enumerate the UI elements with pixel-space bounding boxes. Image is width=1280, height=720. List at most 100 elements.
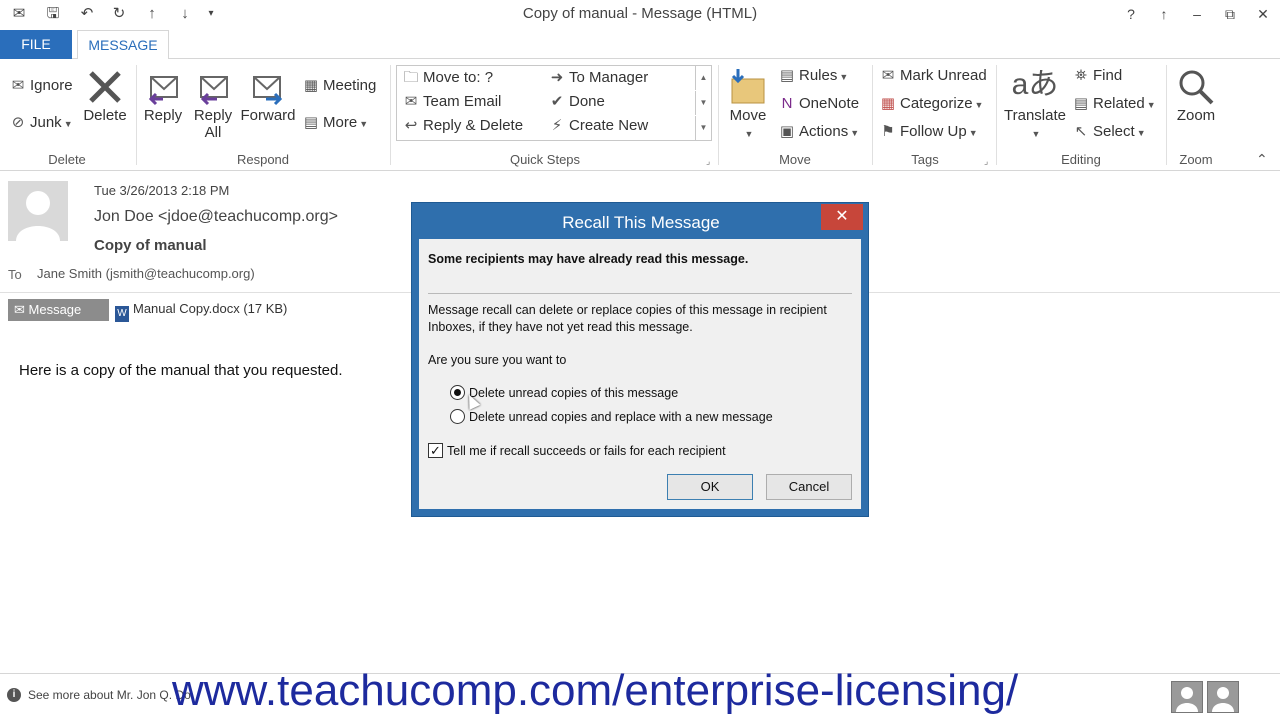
related-icon: ▤: [1073, 95, 1089, 112]
reply-icon: [148, 76, 178, 106]
minimize-button[interactable]: –: [1183, 3, 1211, 25]
onenote-icon: N: [781, 95, 793, 112]
recall-warning: Some recipients may have already read th…: [428, 252, 749, 266]
gallery-up-arrow[interactable]: ▲: [695, 66, 711, 90]
quickstep-move-to[interactable]: 🗀 Move to: ?: [401, 67, 493, 89]
quickstep-to-manager[interactable]: ➜ To Manager: [547, 67, 649, 89]
cancel-button[interactable]: Cancel: [766, 474, 852, 500]
team-email-icon: ✉: [404, 93, 418, 110]
to-label: To: [8, 267, 22, 282]
mark-unread-button[interactable]: ✉ Mark Unread: [878, 65, 987, 87]
translate-button[interactable]: aあ Translate ▼: [1002, 63, 1068, 141]
forward-button[interactable]: Forward: [239, 67, 297, 124]
message-date: Tue 3/26/2013 2:18 PM: [94, 183, 230, 198]
message-from[interactable]: Jon Doe <jdoe@teachucomp.org>: [94, 208, 338, 226]
onenote-button[interactable]: N OneNote: [777, 93, 859, 115]
translate-icon: aあ: [1011, 68, 1059, 101]
categorize-icon: ▦: [880, 95, 896, 112]
to-recipient[interactable]: Jane Smith (jsmith@teachucomp.org): [37, 266, 255, 281]
related-button[interactable]: ▤ Related ▼: [1071, 93, 1156, 115]
person-icon: [1212, 687, 1234, 712]
quickstep-reply-delete[interactable]: ↩ Reply & Delete: [401, 115, 523, 137]
tags-group-label: Tags: [911, 152, 939, 167]
categorize-button[interactable]: ▦ Categorize ▼: [878, 93, 984, 115]
separator: [1166, 65, 1167, 165]
radio-delete-replace[interactable]: [450, 409, 465, 424]
more-respond-button[interactable]: ▤ More ▼: [301, 112, 368, 134]
find-button[interactable]: ⛯ Find: [1071, 65, 1122, 87]
ignore-button[interactable]: ✉ Ignore: [8, 75, 73, 97]
tab-file[interactable]: FILE: [0, 30, 72, 59]
option-delete-unread-label[interactable]: Delete unread copies of this message: [469, 386, 678, 400]
delete-group-label: Delete: [48, 152, 86, 167]
forward-icon: [253, 76, 283, 106]
rules-button[interactable]: ▤ Rules ▼: [777, 65, 848, 87]
people-pane-contact-icon-2[interactable]: [1207, 681, 1239, 713]
see-more-link[interactable]: See more about Mr. Jon Q. Do: [28, 688, 191, 702]
select-cursor-icon: ↖: [1074, 123, 1088, 140]
gallery-more-arrow[interactable]: ▼: [695, 116, 711, 140]
help-button[interactable]: ?: [1117, 3, 1145, 25]
message-tab-icon: ✉: [14, 302, 29, 317]
ignore-icon: ✉: [11, 77, 25, 94]
reply-all-icon: [200, 76, 228, 106]
attachment[interactable]: W Manual Copy.docx (17 KB): [115, 301, 287, 322]
meeting-button[interactable]: ▦ Meeting: [301, 75, 376, 97]
dialog-body: Some recipients may have already read th…: [419, 239, 861, 509]
close-window-button[interactable]: ✕: [1249, 3, 1277, 25]
message-subject: Copy of manual: [94, 237, 207, 254]
zoom-button[interactable]: Zoom: [1170, 67, 1222, 124]
info-icon: i: [7, 688, 21, 702]
quickstep-create-new[interactable]: ⚡ Create New: [547, 115, 648, 137]
quickstep-done[interactable]: ✔ Done: [547, 91, 605, 113]
move-group-label: Move: [779, 152, 811, 167]
person-icon: [1176, 687, 1198, 712]
dialog-title: Recall This Message: [562, 213, 720, 232]
actions-button[interactable]: ▣ Actions ▼: [777, 121, 859, 143]
junk-button[interactable]: ⊘ Junk ▼: [8, 112, 73, 134]
calendar-icon: ▦: [303, 77, 319, 94]
quickstep-team-email[interactable]: ✉ Team Email: [401, 91, 502, 113]
select-button[interactable]: ↖ Select ▼: [1071, 121, 1146, 143]
create-new-icon: ⚡: [551, 117, 563, 134]
recall-notify-checkbox[interactable]: ✓: [428, 443, 443, 458]
tags-launcher-icon[interactable]: ⌟: [984, 156, 988, 167]
reply-button[interactable]: Reply: [140, 67, 186, 124]
watermark-url: www.teachucomp.com/enterprise-licensing/: [172, 666, 1019, 715]
close-icon: ✕: [835, 208, 849, 225]
person-icon: [16, 191, 60, 241]
dialog-divider: [428, 293, 852, 294]
delete-icon: [89, 71, 121, 103]
checkmark-icon: ✔: [550, 93, 564, 110]
delete-button[interactable]: Delete: [80, 67, 130, 124]
recall-dialog: Recall This Message ✕ Some recipients ma…: [411, 202, 869, 517]
recall-notify-label[interactable]: Tell me if recall succeeds or fails for …: [447, 444, 726, 458]
quick-steps-launcher-icon[interactable]: ⌟: [706, 156, 710, 167]
option-delete-replace-label[interactable]: Delete unread copies and replace with a …: [469, 410, 773, 424]
recall-question: Are you sure you want to: [428, 353, 567, 367]
ribbon-display-button[interactable]: ↑: [1150, 3, 1178, 25]
separator: [872, 65, 873, 165]
folder-icon: 🗀: [403, 69, 419, 86]
word-doc-icon: W: [115, 306, 129, 322]
editing-group-label: Editing: [1061, 152, 1101, 167]
collapse-ribbon-icon[interactable]: ⌃: [1256, 151, 1268, 168]
move-button[interactable]: Move ▼: [724, 67, 772, 141]
restore-button[interactable]: ⧉: [1216, 3, 1244, 25]
reply-all-button[interactable]: Reply All: [189, 67, 237, 141]
radio-delete-unread[interactable]: [450, 385, 465, 400]
junk-icon: ⊘: [11, 114, 25, 131]
respond-group-label: Respond: [236, 152, 290, 167]
zoom-group-label: Zoom: [1179, 152, 1213, 167]
people-pane-contact-icon[interactable]: [1171, 681, 1203, 713]
dialog-close-button[interactable]: ✕: [821, 204, 863, 230]
message-body-tab[interactable]: ✉ Message: [8, 299, 109, 321]
separator: [996, 65, 997, 165]
ribbon: ✉ Ignore ⊘ Junk ▼ Delete Delete Reply Reply…: [0, 59, 1280, 171]
tab-message[interactable]: MESSAGE: [77, 30, 169, 60]
ok-button[interactable]: OK: [667, 474, 753, 500]
binoculars-icon: ⛯: [1074, 67, 1087, 84]
gallery-down-arrow[interactable]: ▼: [695, 91, 711, 115]
flag-icon: ⚑: [881, 123, 895, 140]
follow-up-button[interactable]: ⚑ Follow Up ▼: [878, 121, 977, 143]
